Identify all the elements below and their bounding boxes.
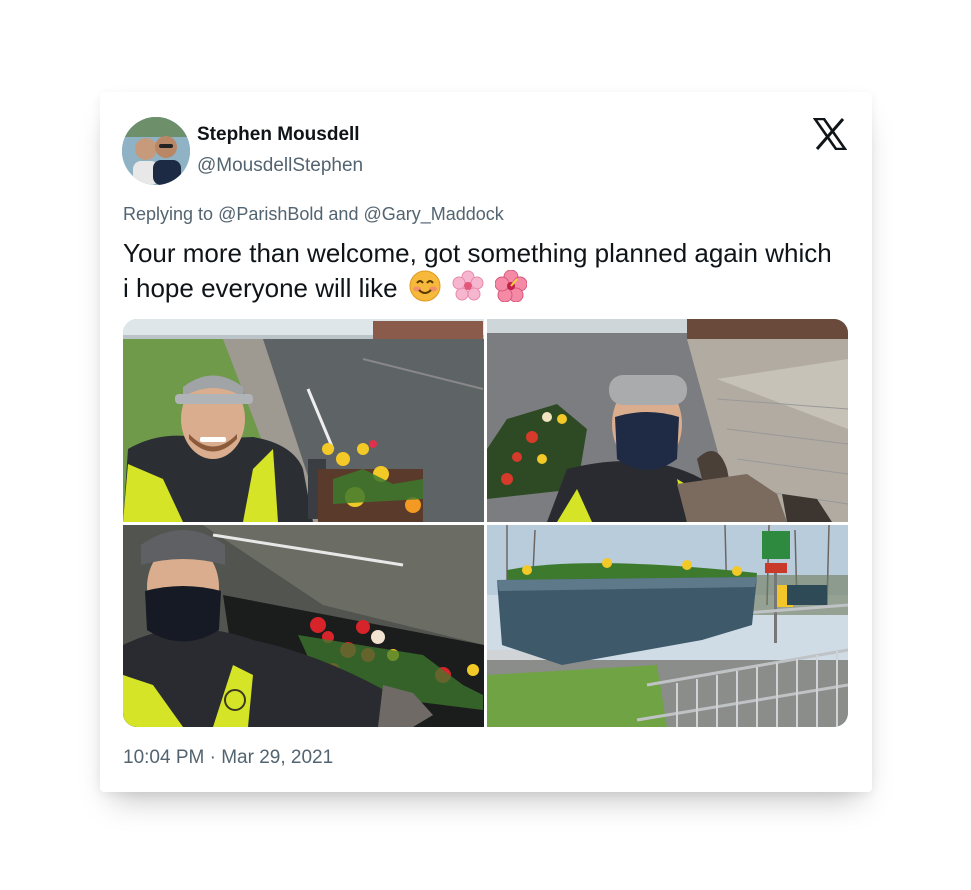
x-logo-icon[interactable] bbox=[812, 117, 848, 151]
author-name[interactable]: Stephen Mousdell bbox=[197, 124, 360, 146]
avatar[interactable] bbox=[122, 117, 190, 185]
photo-1[interactable] bbox=[123, 319, 484, 522]
reply-context: Replying to @ParishBold and @Gary_Maddoc… bbox=[123, 204, 504, 225]
photo-4[interactable] bbox=[487, 525, 848, 727]
reply-and: and bbox=[328, 204, 359, 224]
media-grid bbox=[123, 319, 848, 727]
reply-mention-2[interactable]: @Gary_Maddock bbox=[363, 204, 503, 224]
tweet-timestamp[interactable]: 10:04 PM · Mar 29, 2021 bbox=[123, 747, 333, 769]
hibiscus-emoji bbox=[494, 269, 528, 310]
author-handle[interactable]: @MousdellStephen bbox=[197, 155, 363, 177]
photo-2[interactable] bbox=[487, 319, 848, 522]
reply-prefix: Replying to bbox=[123, 204, 214, 224]
smiling-face-emoji bbox=[409, 270, 441, 310]
reply-mention-1[interactable]: @ParishBold bbox=[218, 204, 323, 224]
cherry-blossom-emoji bbox=[452, 270, 484, 310]
tweet-text-block: Your more than welcome, got something pl… bbox=[123, 236, 843, 310]
photo-3[interactable] bbox=[123, 525, 484, 727]
